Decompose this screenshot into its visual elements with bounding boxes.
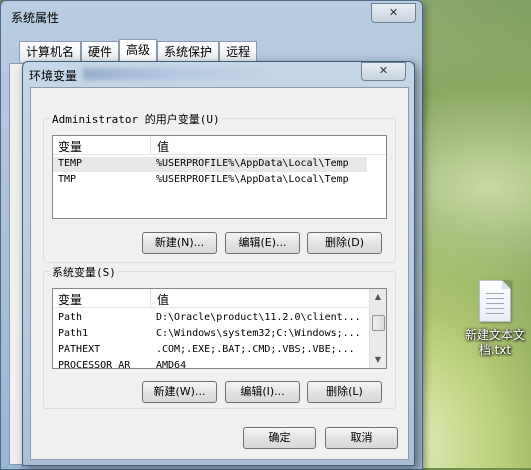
scroll-up-arrow-icon[interactable]: ▲ [370,289,386,305]
system-new-button[interactable]: 新建(W)... [142,381,217,403]
user-new-button[interactable]: 新建(N)... [142,232,217,254]
dialog-close-button[interactable]: ✕ [361,62,406,81]
column-header-value[interactable]: 值 [157,138,169,155]
var-name: PROCESSOR_AR [58,360,131,369]
table-row[interactable]: PATHEXT .COM;.EXE;.BAT;.CMD;.VBS;.VBE;..… [53,343,367,358]
close-button[interactable]: ✕ [371,3,416,23]
vertical-scrollbar[interactable]: ▲ ▼ [369,289,386,368]
var-value: AMD64 [156,360,187,369]
system-edit-button[interactable]: 编辑(I)... [225,381,300,403]
tab-computer-name[interactable]: 计算机名 [19,41,82,62]
desktop-file-label: 新建文本文 档.txt [459,328,531,358]
list-header: 变量 值 [53,289,386,308]
var-value: .COM;.EXE;.BAT;.CMD;.VBS;.VBE;... [156,344,355,355]
title-bar-glass [83,68,273,80]
cancel-button[interactable]: 取消 [325,427,398,449]
system-delete-button[interactable]: 删除(L) [307,381,382,403]
label-line-1: 新建文本文 [464,328,525,342]
environment-variables-dialog: 环境变量 ✕ Administrator 的用户变量(U) 变量 值 TEMP … [22,61,415,466]
var-name: Path [58,312,83,323]
text-file-icon[interactable] [479,280,511,322]
window-title: 系统属性 [11,11,60,25]
var-name: TEMP [58,158,83,169]
tab-hardware[interactable]: 硬件 [81,41,120,62]
table-row[interactable]: PROCESSOR_AR AMD64 [53,359,367,369]
column-header-name[interactable]: 变量 [58,291,82,308]
scroll-down-arrow-icon[interactable]: ▼ [370,352,386,368]
tab-remote[interactable]: 远程 [219,41,258,62]
system-variables-title: 系统变量(S) [50,264,118,280]
column-header-value[interactable]: 值 [157,291,169,308]
var-name: PATHEXT [58,344,101,355]
user-variables-group: Administrator 的用户变量(U) 变量 值 TEMP %USERPR… [43,111,396,263]
column-header-name[interactable]: 变量 [58,138,82,155]
var-value: %USERPROFILE%\AppData\Local\Temp [156,158,349,169]
column-divider[interactable] [150,289,151,307]
ok-button[interactable]: 确定 [243,427,316,449]
var-value: D:\Oracle\product\11.2.0\client... [156,312,361,323]
system-variables-group: 系统变量(S) 变量 值 Path D:\Oracle\product\11.2… [43,264,396,409]
table-row[interactable]: TEMP %USERPROFILE%\AppData\Local\Temp [53,157,367,172]
dialog-title: 环境变量 [29,69,78,83]
user-edit-button[interactable]: 编辑(E)... [225,232,300,254]
user-variables-list[interactable]: 变量 值 TEMP %USERPROFILE%\AppData\Local\Te… [52,135,387,219]
column-divider[interactable] [150,136,151,154]
desktop-file-item[interactable]: 新建文本文 档.txt [459,280,531,358]
var-value: %USERPROFILE%\AppData\Local\Temp [156,174,349,185]
tab-bar: 计算机名 硬件 高级 系统保护 远程 [19,39,258,63]
tab-advanced[interactable]: 高级 [119,39,158,62]
tab-system-protection[interactable]: 系统保护 [157,41,220,62]
scrollbar-thumb[interactable] [372,315,385,331]
table-row[interactable]: Path D:\Oracle\product\11.2.0\client... [53,311,367,326]
var-value: C:\Windows\system32;C:\Windows;... [156,328,361,339]
table-row[interactable]: Path1 C:\Windows\system32;C:\Windows;... [53,327,367,342]
dialog-body: Administrator 的用户变量(U) 变量 值 TEMP %USERPR… [30,87,409,460]
user-delete-button[interactable]: 删除(D) [307,232,382,254]
label-line-2: 档.txt [478,343,512,357]
user-variables-title: Administrator 的用户变量(U) [50,111,222,127]
var-name: TMP [58,174,77,185]
table-row[interactable]: TMP %USERPROFILE%\AppData\Local\Temp [53,173,367,188]
list-header: 变量 值 [53,136,386,155]
system-variables-list[interactable]: 变量 值 Path D:\Oracle\product\11.2.0\clien… [52,288,387,369]
var-name: Path1 [58,328,89,339]
